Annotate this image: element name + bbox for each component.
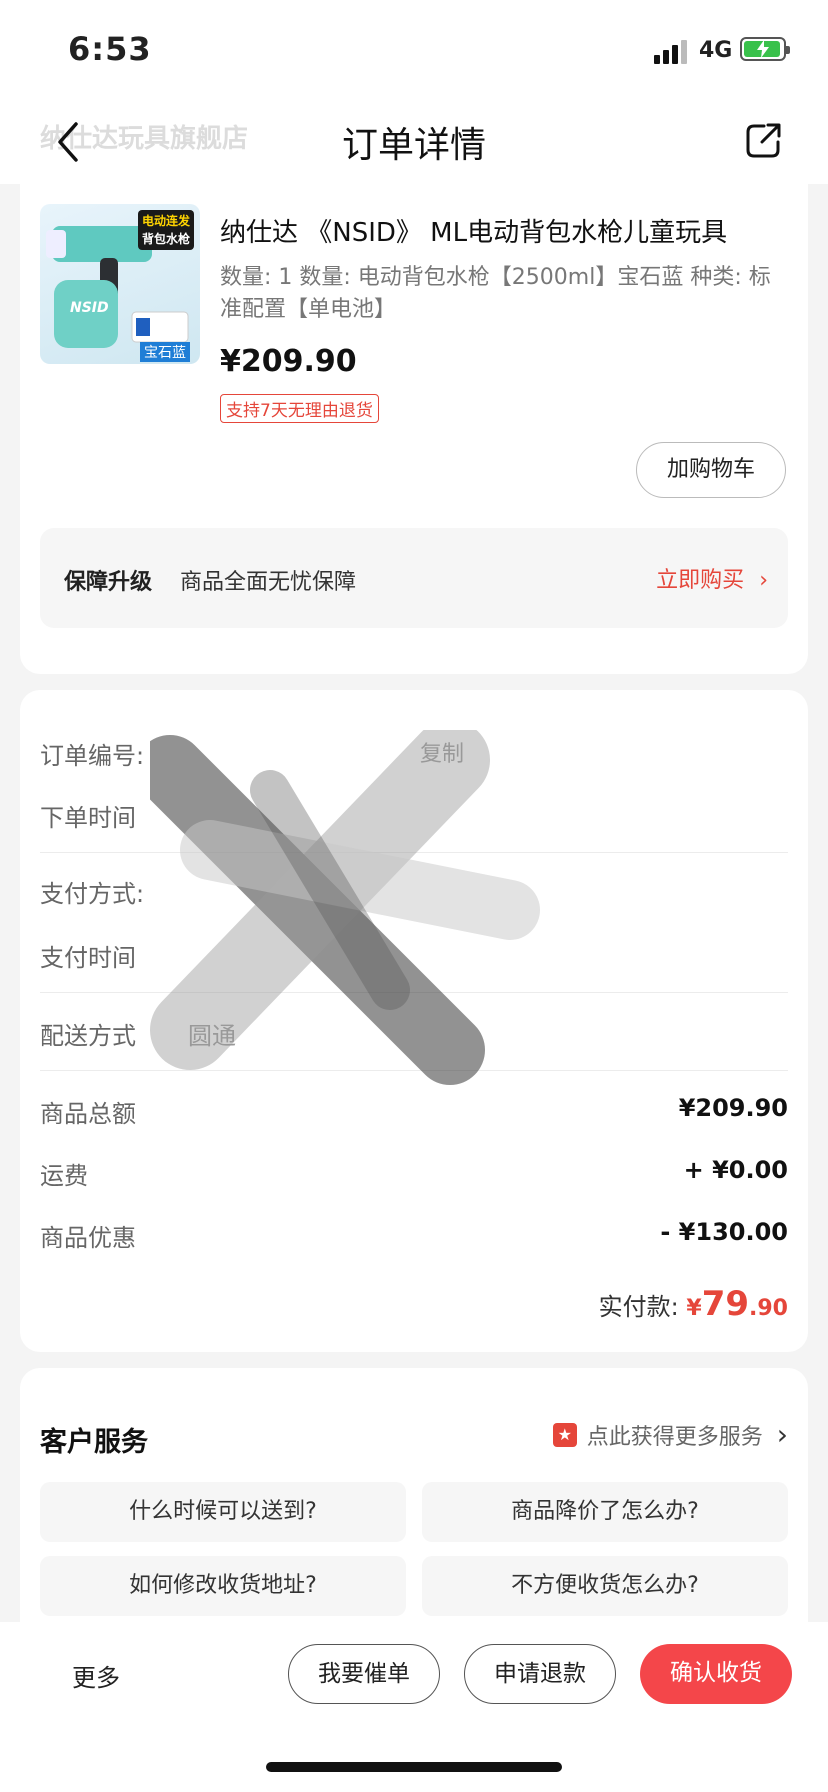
subtotal-value: ¥209.90 bbox=[678, 1094, 788, 1122]
product-image-badge-line2: 背包水枪 bbox=[142, 232, 191, 246]
shipping-label: 运费 bbox=[40, 1162, 88, 1190]
nav-bar: 纳仕达玩具旗舰店 订单详情 bbox=[0, 100, 828, 184]
confirm-receipt-button[interactable]: 确认收货 bbox=[640, 1644, 792, 1704]
faq-item[interactable]: 不方便收货怎么办? bbox=[422, 1556, 788, 1616]
product-image-tag: 宝石蓝 bbox=[140, 342, 190, 362]
order-number-label: 订单编号: bbox=[40, 742, 145, 770]
share-icon bbox=[746, 123, 781, 158]
add-to-cart-button[interactable]: 加购物车 bbox=[636, 442, 786, 498]
paid-currency: ¥ bbox=[686, 1296, 702, 1321]
shipping-value: + ¥0.00 bbox=[683, 1156, 788, 1184]
redaction-scribble bbox=[150, 730, 540, 1085]
discount-value: - ¥130.00 bbox=[660, 1218, 788, 1246]
more-services-link[interactable]: ★ 点此获得更多服务 › bbox=[552, 1418, 788, 1451]
share-button[interactable] bbox=[744, 120, 784, 160]
subtotal-label: 商品总额 bbox=[40, 1100, 136, 1128]
faq-item[interactable]: 如何修改收货地址? bbox=[40, 1556, 406, 1616]
status-bar: 6:53 4G bbox=[0, 0, 828, 100]
more-button[interactable]: 更多 bbox=[72, 1658, 120, 1693]
product-image-brand: NSID bbox=[70, 300, 109, 316]
product-card: 电动连发 背包水枪 NSID 宝石蓝 纳仕达 《NSID》 ML电动背包水枪儿童… bbox=[20, 184, 808, 674]
chevron-right-icon: › bbox=[759, 568, 768, 593]
product-title[interactable]: 纳仕达 《NSID》 ML电动背包水枪儿童玩具 bbox=[220, 212, 790, 249]
star-badge-icon: ★ bbox=[552, 1422, 577, 1447]
guarantee-upgrade-banner[interactable]: 保障升级 商品全面无忧保障 立即购买 › bbox=[40, 528, 788, 628]
request-refund-button[interactable]: 申请退款 bbox=[464, 1644, 616, 1704]
buy-now-label: 立即购买 bbox=[656, 568, 745, 593]
order-info-card: 订单编号: 复制 下单时间 支付方式: 支付时间 配送方式 圆通 商品总额 ¥2… bbox=[20, 690, 808, 1352]
faq-item[interactable]: 什么时候可以送到? bbox=[40, 1482, 406, 1542]
urge-order-button[interactable]: 我要催单 bbox=[288, 1644, 440, 1704]
customer-service-title: 客户服务 bbox=[40, 1427, 148, 1458]
product-image[interactable]: 电动连发 背包水枪 NSID 宝石蓝 bbox=[40, 204, 200, 364]
product-image-badge-line1: 电动连发 bbox=[142, 214, 191, 228]
buy-now-link[interactable]: 立即购买 › bbox=[656, 562, 768, 594]
guarantee-title: 保障升级 bbox=[64, 570, 153, 595]
payment-time-label: 支付时间 bbox=[40, 944, 136, 972]
return-policy-badge: 支持7天无理由退货 bbox=[220, 394, 379, 423]
more-services-label: 点此获得更多服务 bbox=[586, 1424, 763, 1450]
guarantee-desc: 商品全面无忧保障 bbox=[180, 570, 357, 595]
page-title: 订单详情 bbox=[341, 125, 486, 166]
payment-method-label: 支付方式: bbox=[40, 880, 145, 908]
delivery-method-label: 配送方式 bbox=[40, 1022, 136, 1050]
order-time-label: 下单时间 bbox=[40, 804, 136, 832]
home-indicator bbox=[266, 1762, 562, 1772]
paid-amount-dec: .90 bbox=[749, 1296, 788, 1321]
product-spec: 数量: 1 数量: 电动背包水枪【2500ml】宝石蓝 种类: 标准配置【单电池… bbox=[220, 265, 771, 322]
battery-icon bbox=[740, 37, 790, 61]
network-type: 4G bbox=[699, 38, 733, 63]
chevron-right-icon: › bbox=[776, 1418, 788, 1451]
paid-amount-int: 79 bbox=[701, 1284, 750, 1324]
product-price: ¥209.90 bbox=[220, 344, 357, 379]
bottom-action-bar: 更多 我要催单 申请退款 确认收货 bbox=[0, 1622, 828, 1792]
discount-label: 商品优惠 bbox=[40, 1224, 136, 1252]
paid-label: 实付款: bbox=[598, 1293, 679, 1321]
customer-service-card: 客户服务 ★ 点此获得更多服务 › 什么时候可以送到? 商品降价了怎么办? 如何… bbox=[20, 1368, 808, 1628]
paid-total: 实付款: ¥79.90 bbox=[599, 1284, 788, 1324]
signal-icon bbox=[654, 40, 688, 64]
status-time: 6:53 bbox=[68, 30, 152, 68]
faq-item[interactable]: 商品降价了怎么办? bbox=[422, 1482, 788, 1542]
